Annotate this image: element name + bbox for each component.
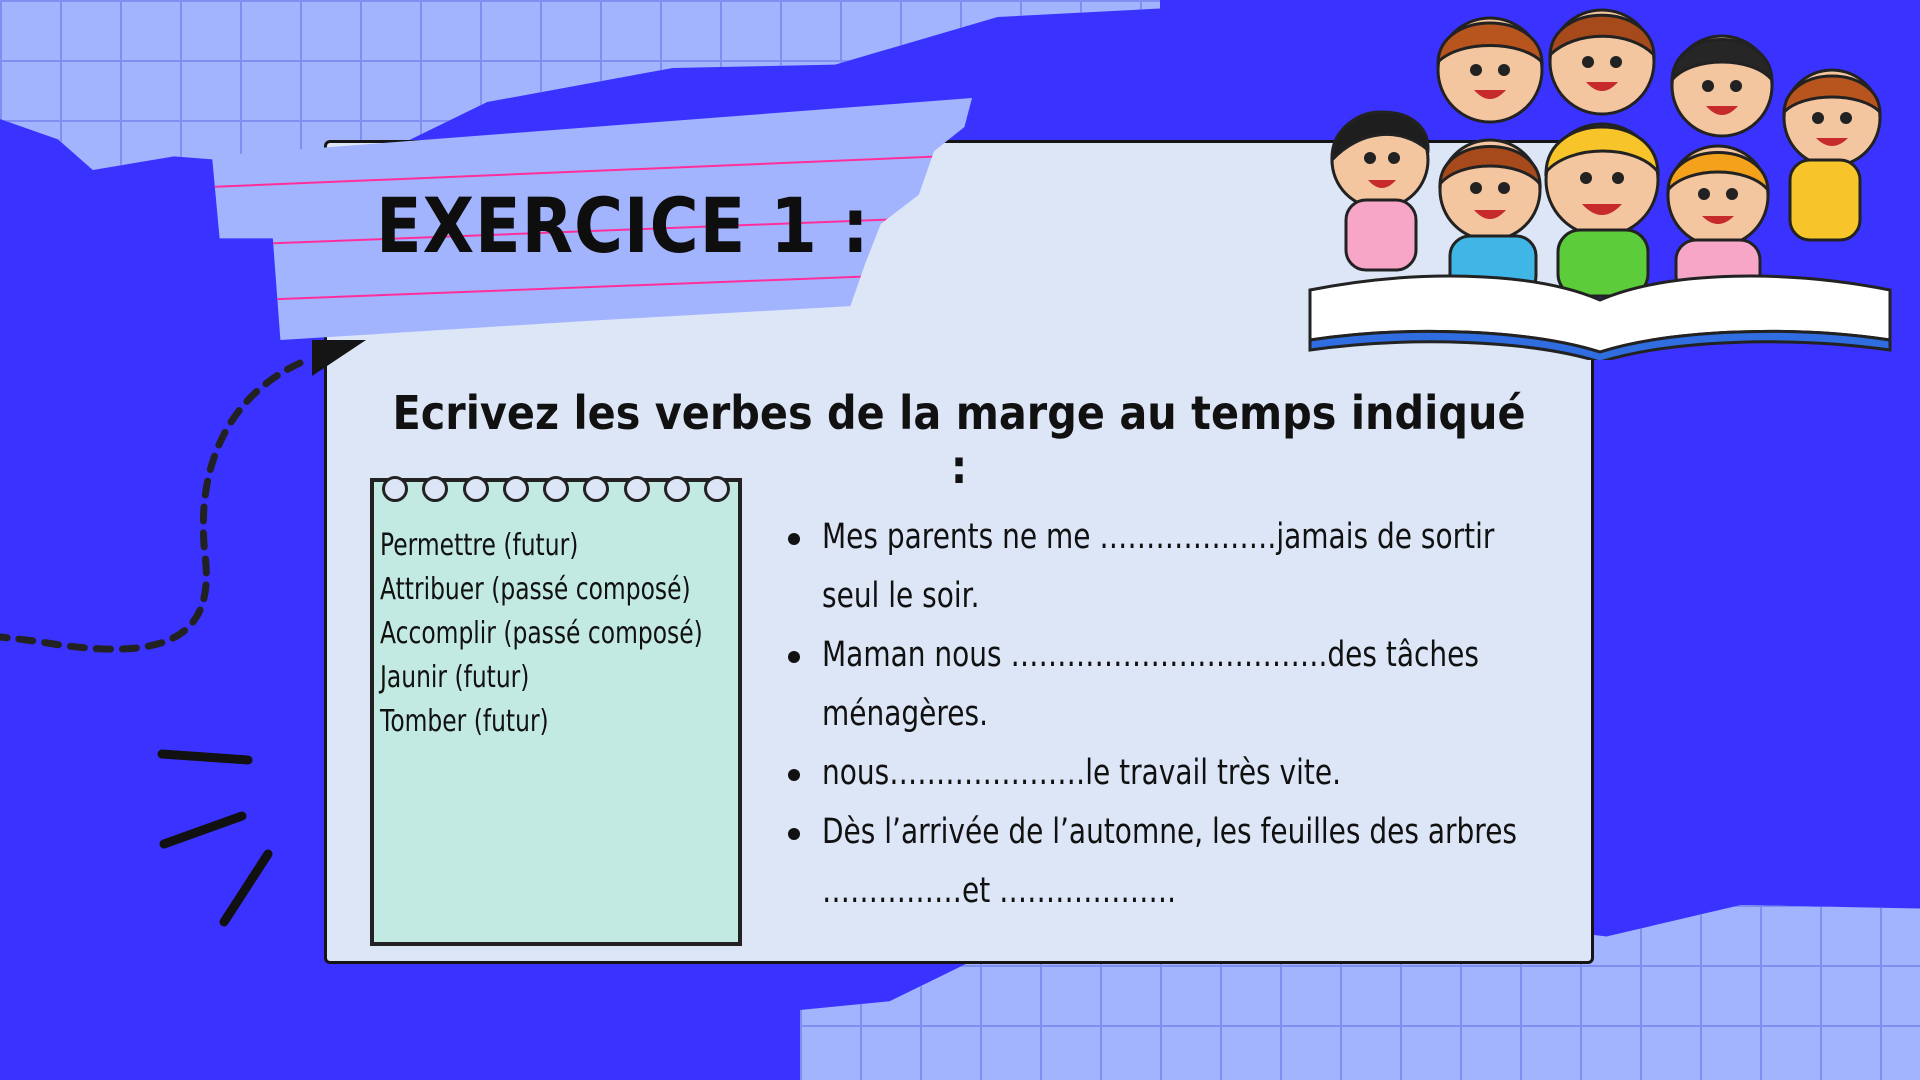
- tape-corner: [312, 340, 366, 376]
- spiral-ring: [422, 476, 449, 502]
- spiral-ring: [502, 476, 529, 502]
- margin-verb: Permettre (futur): [380, 528, 579, 563]
- scribble-lines-decoration: [157, 749, 273, 927]
- margin-verb-list: Permettre (futur) Attribuer (passé compo…: [380, 524, 734, 744]
- spiral-ring: [663, 476, 690, 502]
- margin-verb: Tomber (futur): [380, 704, 549, 739]
- sentence-text: nous…………………le travail très vite.: [822, 753, 1341, 793]
- exercise-sentence-list: Mes parents ne me ……………….jamais de sorti…: [780, 508, 1540, 921]
- exercise-title: EXERCICE 1 :: [376, 181, 870, 270]
- kids-reading-book-illustration: [1308, 8, 1892, 360]
- margin-notepad: Permettre (futur) Attribuer (passé compo…: [370, 476, 742, 946]
- dashed-curve-decoration: [0, 359, 304, 653]
- spiral-ring: [462, 476, 489, 502]
- spiral-ring: [583, 476, 610, 502]
- margin-verb: Attribuer (passé composé): [380, 572, 691, 607]
- spiral-ring: [382, 476, 408, 502]
- sentence-text: Dès l’arrivée de l’automne, les feuilles…: [822, 812, 1518, 911]
- exercise-sentence: Dès l’arrivée de l’automne, les feuilles…: [780, 803, 1540, 921]
- margin-verb: Jaunir (futur): [380, 660, 530, 695]
- sentence-text: Mes parents ne me ……………….jamais de sorti…: [822, 517, 1495, 616]
- exercise-sentence: Mes parents ne me ……………….jamais de sorti…: [780, 508, 1540, 626]
- margin-verb: Accomplir (passé composé): [380, 616, 703, 651]
- exercise-sentence: nous…………………le travail très vite.: [780, 744, 1540, 803]
- exercise-sentence: Maman nous …………………………….des tâches ménagè…: [780, 626, 1540, 744]
- spiral-ring: [543, 476, 569, 502]
- spiral-ring: [623, 476, 650, 502]
- sentence-text: Maman nous …………………………….des tâches ménagè…: [822, 635, 1479, 734]
- spiral-ring: [704, 476, 730, 502]
- notepad-rings: [382, 476, 730, 512]
